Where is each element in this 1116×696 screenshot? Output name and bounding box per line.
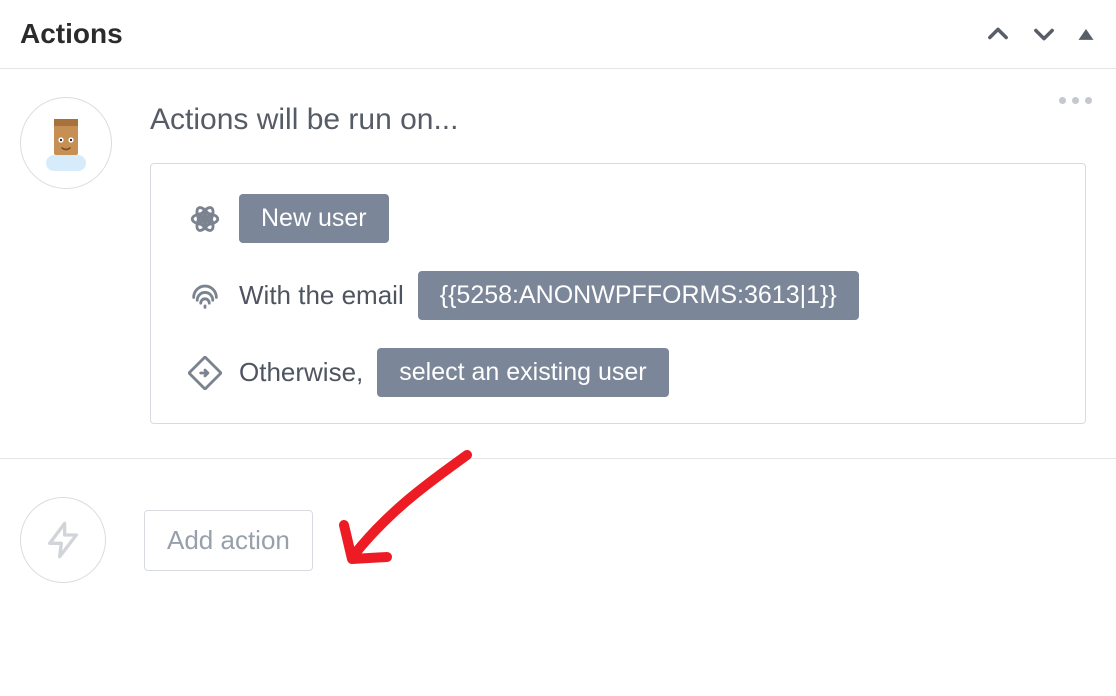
more-options-button[interactable]: [1059, 97, 1092, 104]
rules-card: New user With the email {{5258:ANONWPFFO…: [150, 163, 1086, 424]
add-action-section: Add action: [0, 459, 1116, 623]
select-existing-user-pill[interactable]: select an existing user: [377, 348, 668, 397]
panel-header: Actions: [0, 0, 1116, 69]
user-avatar-icon: [38, 115, 94, 171]
actions-run-on-section: Actions will be run on... New user: [0, 69, 1116, 459]
direction-icon: [185, 356, 225, 390]
otherwise-prefix-label: Otherwise,: [239, 357, 363, 388]
move-up-button[interactable]: [984, 20, 1012, 48]
avatar: [20, 97, 112, 189]
rule-email: With the email {{5258:ANONWPFFORMS:3613|…: [185, 271, 1051, 320]
rule-otherwise: Otherwise, select an existing user: [185, 348, 1051, 397]
actions-run-on-title: Actions will be run on...: [150, 103, 1096, 137]
chevron-up-icon: [984, 20, 1012, 48]
email-token-pill[interactable]: {{5258:ANONWPFFORMS:3613|1}}: [418, 271, 859, 320]
fingerprint-icon: [185, 279, 225, 313]
move-down-button[interactable]: [1030, 20, 1058, 48]
chevron-down-icon: [1030, 20, 1058, 48]
action-placeholder-avatar: [20, 497, 106, 583]
atom-icon: [185, 202, 225, 236]
new-user-pill[interactable]: New user: [239, 194, 389, 243]
panel-controls: [984, 20, 1096, 48]
email-prefix-label: With the email: [239, 280, 404, 311]
triangle-up-icon: [1076, 24, 1096, 44]
annotation-arrow-icon: [332, 447, 492, 587]
add-action-button[interactable]: Add action: [144, 510, 313, 571]
lightning-bolt-icon: [43, 517, 83, 563]
rule-new-user: New user: [185, 194, 1051, 243]
panel-title: Actions: [20, 18, 123, 50]
collapse-button[interactable]: [1076, 24, 1096, 44]
